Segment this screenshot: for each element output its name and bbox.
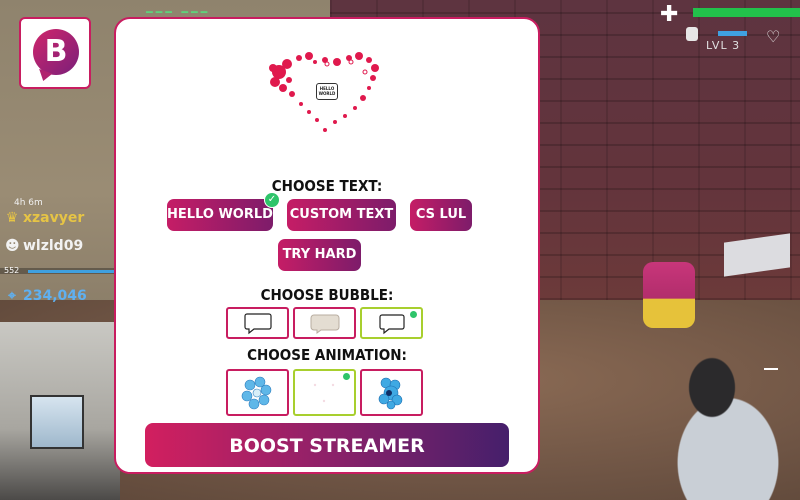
score-row: ⌖ 234,046 [5, 288, 87, 304]
game-player-character [640, 350, 800, 500]
choose-bubble-heading: CHOOSE BUBBLE: [260, 286, 394, 304]
xp-value: 552 [4, 266, 20, 275]
skull-icon: ☻ [5, 238, 20, 254]
bubble-option-beige[interactable] [293, 307, 356, 339]
animation-option-swirl[interactable] [226, 369, 289, 416]
choose-text-heading: CHOOSE TEXT: [271, 177, 383, 195]
crosshair-icon: ⌖ [8, 288, 16, 304]
crosshair-icon [764, 368, 778, 370]
level-indicator: LVL 3 [706, 39, 741, 52]
selected-check-icon [409, 310, 418, 319]
animation-option-flame[interactable] [360, 369, 423, 416]
selected-check-icon: ✓ [264, 192, 280, 208]
chat-user-row: ☻ wlzld09 [5, 238, 83, 254]
shield-bar [718, 31, 747, 36]
chat-username: xzavyer [23, 210, 85, 226]
crown-icon: ♛ [5, 210, 19, 226]
text-option-label: CS LUL [415, 207, 467, 222]
text-option-try-hard[interactable]: TRY HARD [278, 239, 361, 271]
chat-timestamp: 4h 6m [14, 198, 43, 208]
webcam-shelf [30, 395, 84, 449]
chat-username: wlzld09 [23, 238, 84, 254]
text-option-hello-world[interactable]: HELLO WORLD [167, 199, 273, 231]
game-backpack-item [643, 262, 695, 328]
swirl-blue-animation-icon [241, 376, 272, 410]
health-plus-icon: ✚ [660, 2, 679, 27]
health-bar [693, 8, 800, 17]
preview-bubble-text: HELLO WORLD [318, 86, 336, 96]
selected-check-icon [342, 372, 351, 381]
backpack-icon [686, 27, 698, 41]
bubble-option-outline[interactable] [226, 307, 289, 339]
text-option-custom-text[interactable]: CUSTOM TEXT [287, 199, 396, 231]
text-option-label: HELLO WORLD [167, 207, 273, 222]
chat-user-row: ♛ xzavyer [5, 210, 85, 226]
b-logo-icon: B [33, 29, 79, 75]
choose-animation-heading: CHOOSE ANIMATION: [247, 346, 407, 364]
app-logo[interactable]: B [19, 17, 91, 89]
boost-button-label: BOOST STREAMER [229, 435, 425, 457]
heart-icon: ♡ [766, 27, 781, 46]
preview-speech-bubble: HELLO WORLD [316, 83, 338, 100]
flame-blue-animation-icon [378, 377, 403, 410]
text-option-label: TRY HARD [282, 247, 357, 262]
boost-streamer-button[interactable]: BOOST STREAMER [145, 423, 509, 467]
text-option-cs-lul[interactable]: CS LUL [410, 199, 472, 231]
score-value: 234,046 [23, 288, 87, 304]
text-option-label: CUSTOM TEXT [289, 207, 394, 222]
speech-bubble-beige-icon [310, 314, 340, 334]
speech-bubble-outline-icon [244, 313, 272, 335]
